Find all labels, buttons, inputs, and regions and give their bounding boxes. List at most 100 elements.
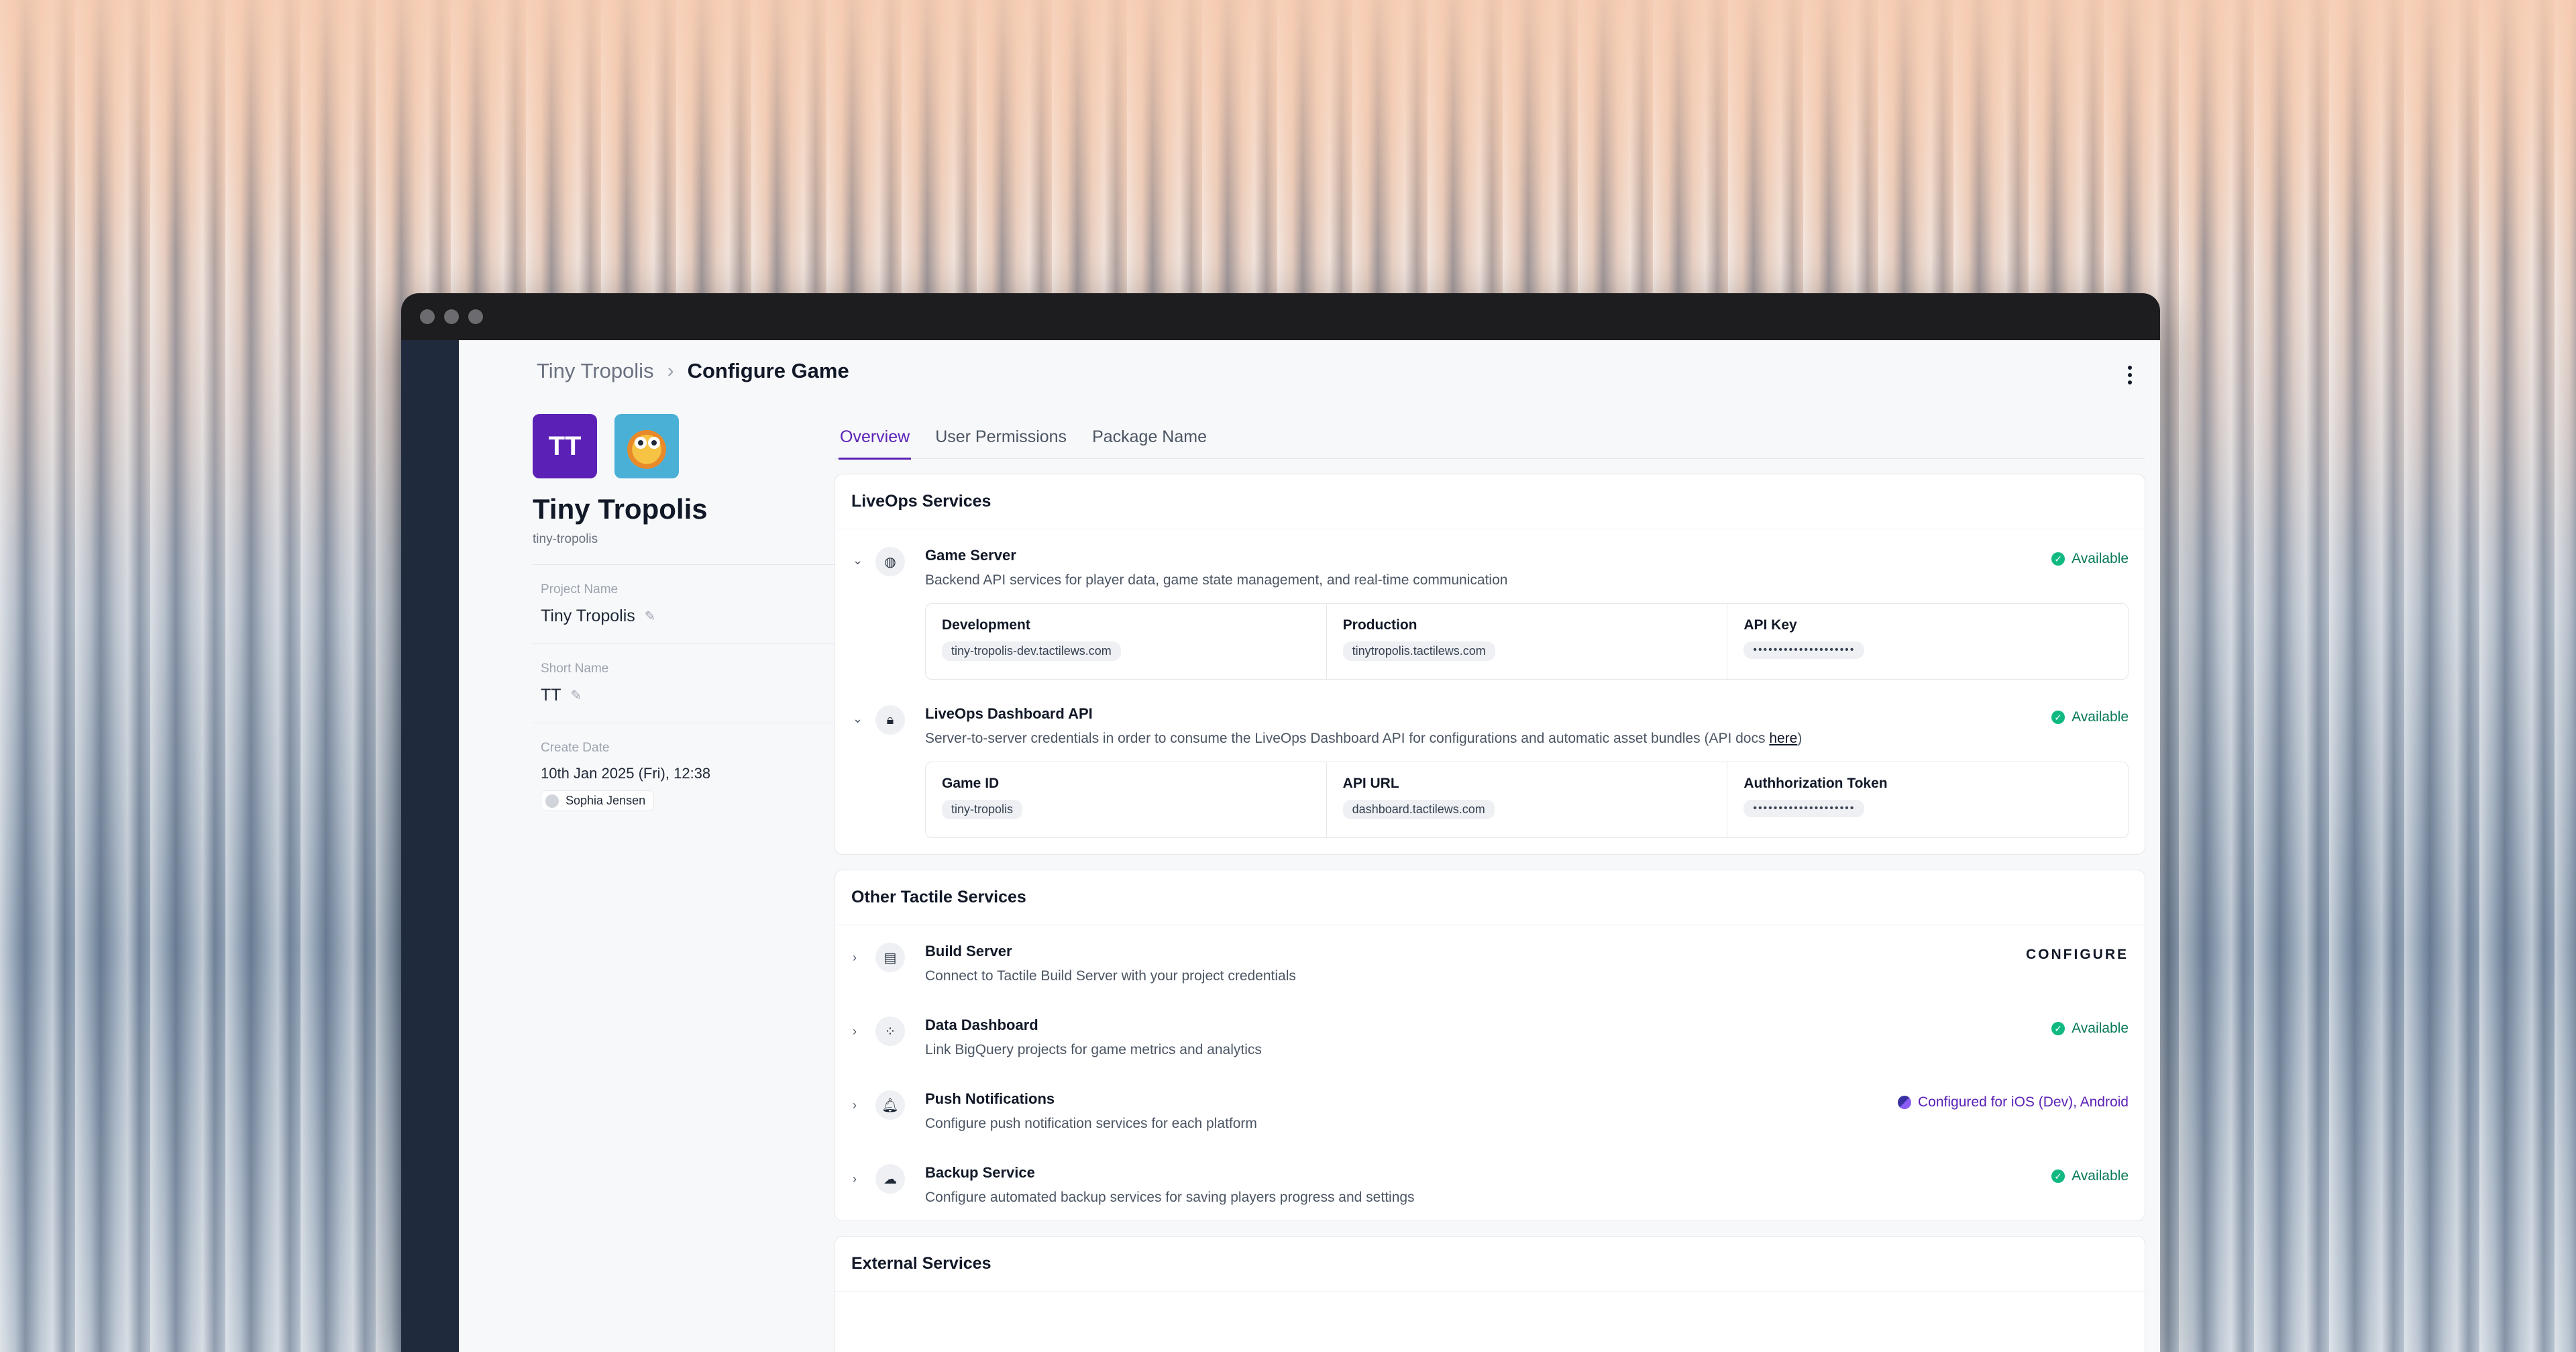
- bell-icon: 🔔︎: [875, 1090, 905, 1120]
- service-title: Build Server: [925, 943, 1012, 959]
- chevron-right-icon[interactable]: ›: [853, 1172, 857, 1186]
- pencil-icon[interactable]: ✎: [645, 608, 656, 625]
- side-rail: [401, 340, 459, 1352]
- chevron-right-icon: ›: [667, 360, 674, 382]
- detail-development: Development tiny-tropolis-dev.tactilews.…: [926, 604, 1327, 679]
- status-badge: ✓ Available: [2051, 1168, 2129, 1184]
- check-circle-icon: ✓: [2051, 1022, 2065, 1035]
- other-services-card: Other Tactile Services › ▤ Build Server …: [835, 870, 2145, 1221]
- more-vertical-icon[interactable]: [2127, 366, 2133, 384]
- external-services-card: External Services: [835, 1236, 2145, 1352]
- tab-user-permissions[interactable]: User Permissions: [934, 418, 1068, 458]
- check-circle-icon: ✓: [2051, 711, 2065, 724]
- configure-button[interactable]: CONFIGURE: [2026, 947, 2129, 963]
- chevron-down-icon[interactable]: ⌄: [853, 712, 863, 726]
- detail-label: Authhorization Token: [1743, 776, 1888, 791]
- chevron-right-icon[interactable]: ›: [853, 951, 857, 965]
- tab-package-name[interactable]: Package Name: [1091, 418, 1208, 458]
- detail-label: Production: [1342, 617, 1417, 633]
- detail-game-id: Game ID tiny-tropolis: [926, 762, 1327, 837]
- description-text: Server-to-server credentials in order to…: [925, 731, 1770, 746]
- cloud-upload-icon: ☁: [875, 1164, 905, 1194]
- app-window: Tiny Tropolis › Configure Game TT Tiny T…: [401, 293, 2160, 1352]
- project-name-field: Project Name Tiny Tropolis ✎: [533, 582, 861, 626]
- backup-service: › ☁ Backup Service Configure automated b…: [835, 1147, 2145, 1220]
- detail-production: Production tinytropolis.tactilews.com: [1327, 604, 1728, 679]
- detail-value-pill[interactable]: tinytropolis.tactilews.com: [1342, 641, 1495, 661]
- globe-icon: ◍: [875, 547, 905, 576]
- project-panel: TT Tiny Tropolis tiny-tropolis Project N…: [533, 414, 861, 811]
- service-description: Server-to-server credentials in order to…: [925, 731, 2129, 747]
- service-description: Backend API services for player data, ga…: [925, 572, 1508, 588]
- service-title: Data Dashboard: [925, 1017, 1038, 1033]
- detail-label: Game ID: [942, 776, 1000, 791]
- auth-token-masked[interactable]: ••••••••••••••••••••: [1743, 800, 1865, 817]
- chevron-right-icon[interactable]: ›: [853, 1098, 857, 1112]
- detail-value-pill[interactable]: tiny-tropolis-dev.tactilews.com: [942, 641, 1121, 661]
- detail-label: API Key: [1743, 617, 1797, 633]
- tab-overview[interactable]: Overview: [839, 418, 912, 460]
- service-details: Development tiny-tropolis-dev.tactilews.…: [925, 603, 2129, 680]
- status-text: Configured for iOS (Dev), Android: [1918, 1094, 2129, 1110]
- detail-value-pill[interactable]: dashboard.tactilews.com: [1342, 800, 1495, 819]
- window-maximize-button[interactable]: [468, 309, 483, 324]
- field-label: Project Name: [541, 582, 619, 596]
- breadcrumb-parent-link[interactable]: Tiny Tropolis: [537, 359, 654, 383]
- status-badge: Configured for iOS (Dev), Android: [1898, 1094, 2129, 1110]
- service-title: Game Server: [925, 547, 1016, 564]
- status-badge: ✓ Available: [2051, 551, 2129, 567]
- avatar: [545, 794, 559, 808]
- main-content: Tiny Tropolis › Configure Game TT Tiny T…: [459, 340, 2160, 1352]
- status-badge: ✓ Available: [2051, 1021, 2129, 1037]
- chart-icon: ⁘: [875, 1017, 905, 1046]
- divider: [533, 564, 861, 565]
- detail-value-pill[interactable]: tiny-tropolis: [942, 800, 1023, 819]
- window-minimize-button[interactable]: [444, 309, 459, 324]
- create-date-value: 10th Jan 2025 (Fri), 12:38: [541, 765, 711, 782]
- service-title: Backup Service: [925, 1164, 1035, 1181]
- service-description: Link BigQuery projects for game metrics …: [925, 1042, 1262, 1057]
- card-title: External Services: [835, 1237, 2145, 1292]
- project-slug: tiny-tropolis: [533, 532, 598, 546]
- status-text: Available: [2072, 1168, 2129, 1184]
- push-notifications-service: › 🔔︎ Push Notifications Configure push n…: [835, 1073, 2145, 1147]
- project-title: Tiny Tropolis: [533, 493, 708, 525]
- half-circle-icon: [1898, 1096, 1912, 1109]
- short-name-value: TT: [541, 686, 561, 705]
- detail-api-key: API Key ••••••••••••••••••••: [1727, 604, 2128, 679]
- service-description: Connect to Tactile Build Server with you…: [925, 968, 1296, 984]
- app-body: Tiny Tropolis › Configure Game TT Tiny T…: [401, 340, 2160, 1352]
- api-key-masked[interactable]: ••••••••••••••••••••: [1743, 641, 1865, 659]
- tab-bar: Overview User Permissions Package Name: [835, 418, 2145, 460]
- data-dashboard-service: › ⁘ Data Dashboard Link BigQuery project…: [835, 999, 2145, 1073]
- divider: [533, 643, 861, 644]
- detail-label: Development: [942, 617, 1030, 633]
- pencil-icon[interactable]: ✎: [571, 687, 582, 704]
- project-initials-avatar: TT: [533, 414, 597, 478]
- chevron-right-icon[interactable]: ›: [853, 1025, 857, 1039]
- short-name-field: Short Name TT ✎: [533, 662, 861, 705]
- api-docs-link[interactable]: here: [1769, 731, 1797, 746]
- details-area: Overview User Permissions Package Name L…: [835, 418, 2145, 1352]
- chevron-down-icon[interactable]: ⌄: [853, 554, 863, 568]
- status-text: Available: [2072, 551, 2129, 566]
- field-label: Short Name: [541, 662, 609, 676]
- project-avatars: TT: [533, 414, 861, 478]
- detail-auth-token: Authhorization Token •••••••••••••••••••…: [1727, 762, 2128, 837]
- window-close-button[interactable]: [420, 309, 435, 324]
- game-icon-image: [614, 414, 679, 478]
- field-label: Create Date: [541, 741, 610, 755]
- status-text: Available: [2072, 1021, 2129, 1036]
- service-description: Configure push notification services for…: [925, 1116, 1257, 1131]
- breadcrumb: Tiny Tropolis › Configure Game: [537, 359, 849, 383]
- lock-icon: 🔒︎: [875, 705, 905, 735]
- page-title: Configure Game: [687, 359, 849, 382]
- build-server-service: › ▤ Build Server Connect to Tactile Buil…: [835, 925, 2145, 999]
- card-title: Other Tactile Services: [835, 870, 2145, 925]
- service-description: Configure automated backup services for …: [925, 1190, 1415, 1205]
- dashboard-api-service: ⌄ 🔒︎ LiveOps Dashboard API Server-to-ser…: [835, 688, 2145, 854]
- background-fade: [0, 0, 2576, 255]
- status-badge: ✓ Available: [2051, 709, 2129, 725]
- window-titlebar: [401, 293, 2160, 340]
- creator-chip[interactable]: Sophia Jensen: [541, 790, 655, 811]
